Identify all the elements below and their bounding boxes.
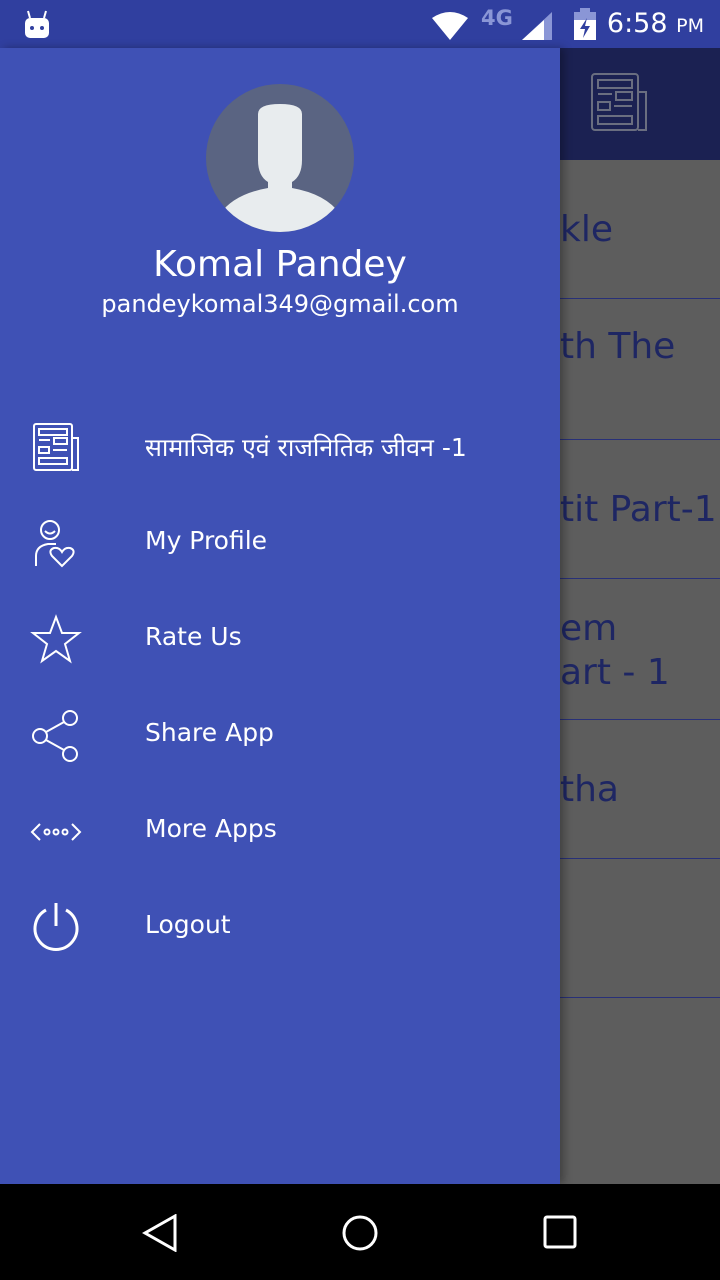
- power-icon: [33, 903, 79, 951]
- code-dots-icon: [30, 823, 82, 841]
- menu-item-label: सामाजिक एवं राजनितिक जीवन -1: [145, 433, 467, 462]
- android-notification-icon: [25, 10, 49, 38]
- signal-icon: [522, 12, 552, 40]
- share-icon: [32, 710, 78, 762]
- user-name: Komal Pandey: [153, 244, 407, 285]
- navigation-drawer: Komal Pandey pandeykomal349@gmail.com सा…: [0, 48, 560, 1184]
- menu-item-label: Logout: [145, 910, 231, 939]
- status-bar: 4G 6:58 PM: [0, 0, 720, 48]
- menu-item-subject[interactable]: सामाजिक एवं राजनितिक जीवन -1: [0, 398, 560, 494]
- network-type: 4G: [481, 6, 513, 30]
- recents-icon[interactable]: [543, 1215, 579, 1251]
- menu-item-label: Share App: [145, 718, 274, 747]
- menu-item-more-apps[interactable]: More Apps: [0, 782, 560, 878]
- back-icon[interactable]: [142, 1214, 178, 1252]
- menu-item-logout[interactable]: Logout: [0, 878, 560, 974]
- menu-item-label: Rate Us: [145, 622, 242, 651]
- newspaper-icon: [591, 73, 647, 131]
- avatar[interactable]: [206, 84, 354, 232]
- clock-ampm: PM: [676, 15, 704, 37]
- menu-item-share-app[interactable]: Share App: [0, 686, 560, 782]
- menu-item-my-profile[interactable]: My Profile: [0, 494, 560, 590]
- menu-item-rate-us[interactable]: Rate Us: [0, 590, 560, 686]
- menu-item-label: More Apps: [145, 814, 277, 843]
- user-email: pandeykomal349@gmail.com: [101, 290, 459, 318]
- profile-heart-icon: [35, 520, 75, 568]
- clock: 6:58: [606, 8, 668, 39]
- battery-charging-icon: [574, 8, 596, 40]
- wifi-icon: [432, 12, 468, 40]
- home-icon[interactable]: [341, 1214, 379, 1252]
- star-icon: [30, 614, 82, 664]
- system-navigation-bar: [0, 1184, 720, 1280]
- menu-item-label: My Profile: [145, 526, 268, 555]
- user-placeholder-icon: [220, 104, 340, 232]
- newspaper-icon: [33, 423, 79, 471]
